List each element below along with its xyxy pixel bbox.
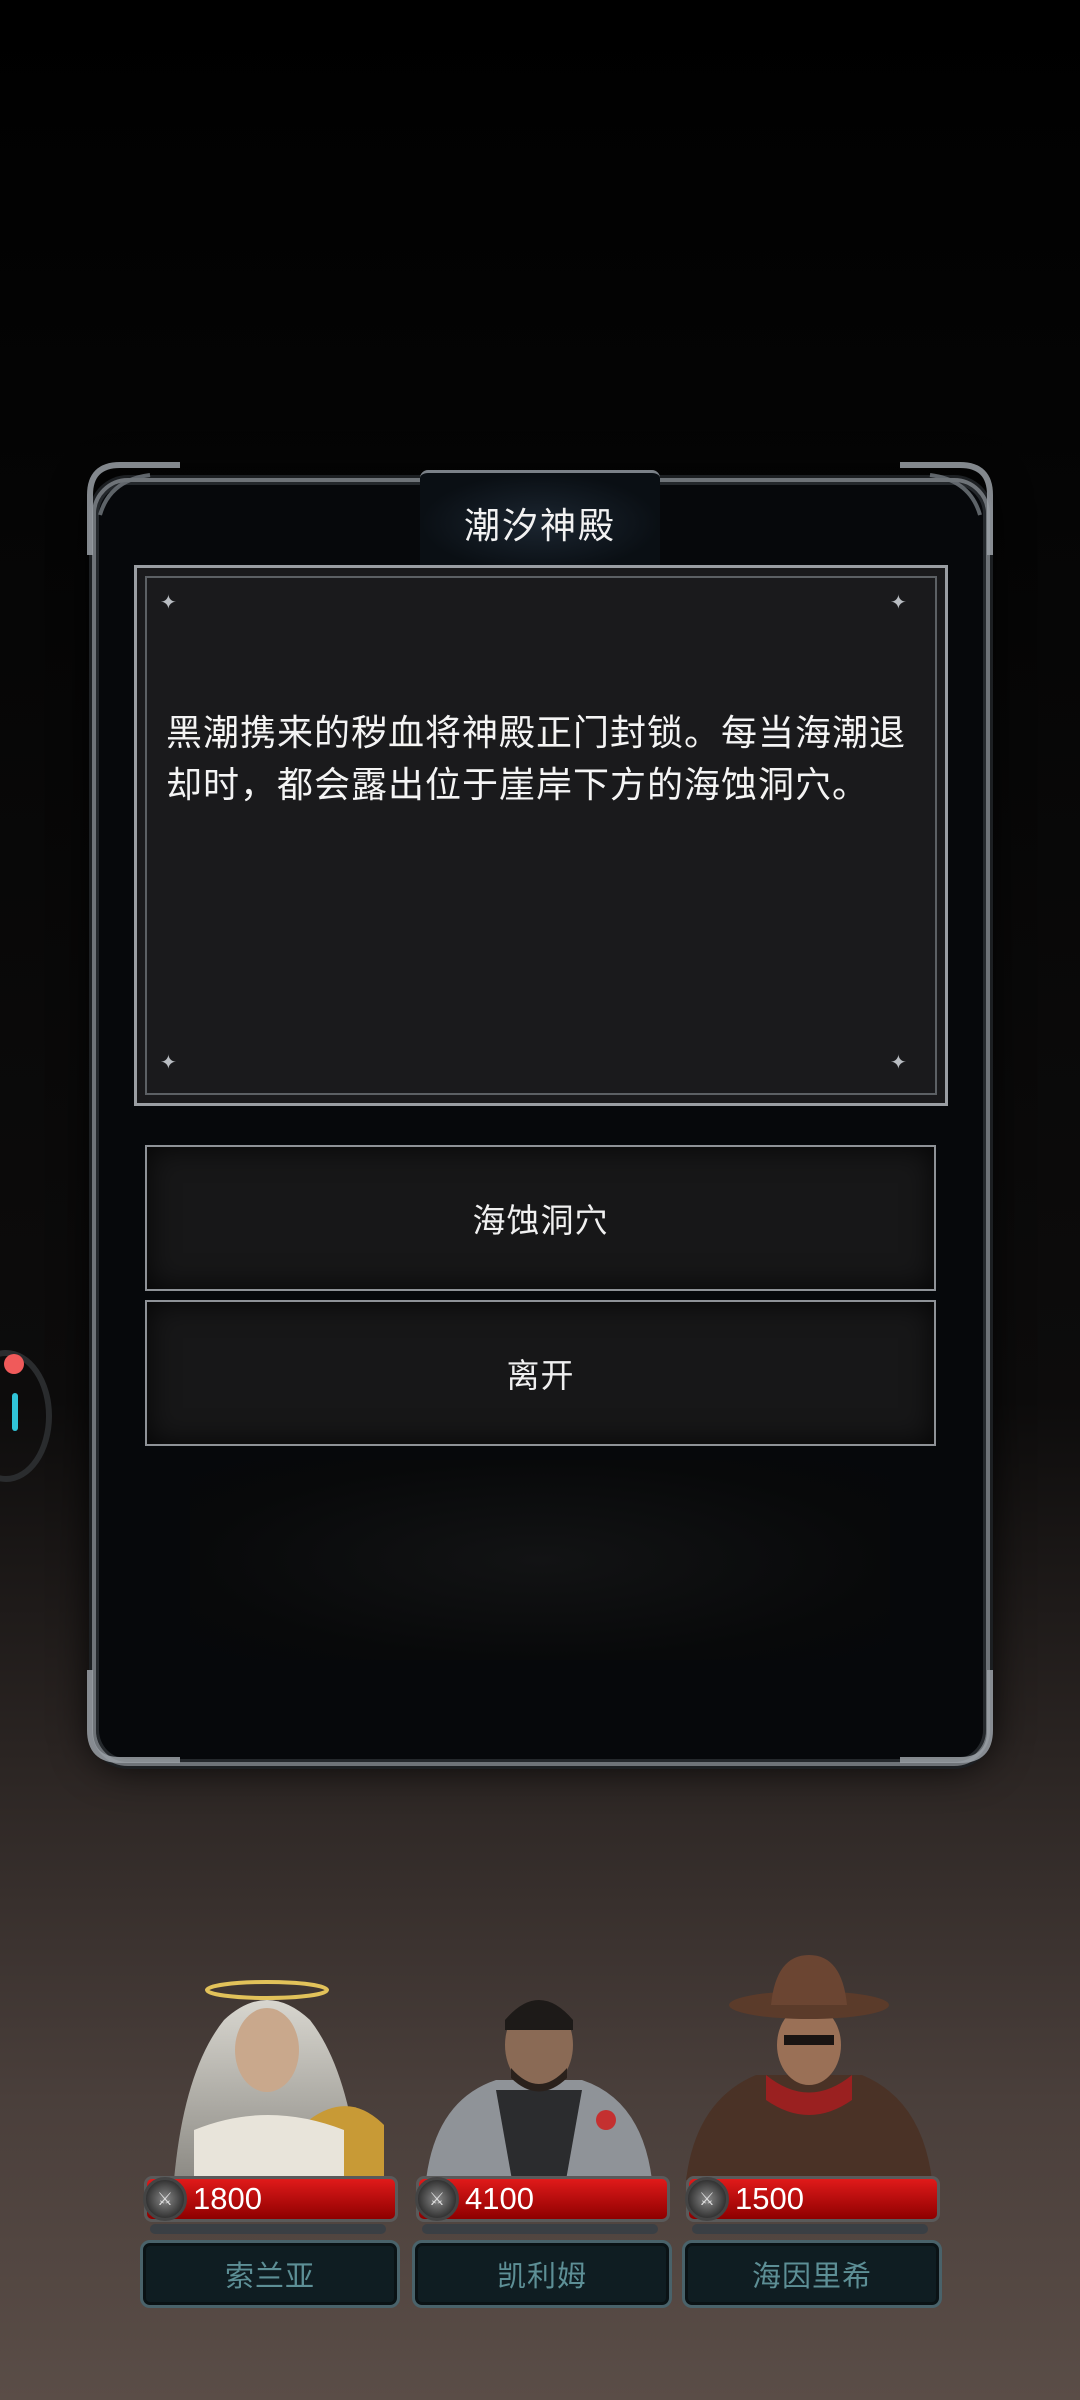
hp-value: 1800 — [193, 2181, 262, 2216]
choice-button-sea-cave[interactable]: 海蚀洞穴 — [145, 1145, 936, 1291]
hp-bar: ⚔ 1500 — [685, 2176, 940, 2222]
blade-icon: ⚔ — [415, 2177, 459, 2221]
name-plate: 海因里希 — [682, 2240, 942, 2308]
hero-name: 索兰亚 — [224, 2259, 315, 2293]
frame-corner-ornament-icon — [87, 1670, 180, 1763]
hp-value: 4100 — [465, 2181, 534, 2216]
name-plate: 索兰亚 — [140, 2240, 400, 2308]
event-description: 黑潮携来的秽血将神殿正门封锁。每当海潮退却时，都会露出位于崖岸下方的海蚀洞穴。 — [166, 713, 907, 806]
status-mark-icon — [12, 1393, 18, 1431]
choice-button-leave[interactable]: 离开 — [145, 1300, 936, 1446]
hero-name: 海因里希 — [751, 2259, 872, 2293]
sparkle-icon: ✦ — [890, 590, 907, 614]
sparkle-icon: ✦ — [160, 590, 177, 614]
event-title: 潮汐神殿 — [463, 506, 616, 547]
title-plate: 潮汐神殿 — [420, 470, 660, 576]
hp-value: 1500 — [735, 2181, 804, 2216]
energy-bar — [150, 2224, 386, 2234]
background-texture — [190, 1460, 890, 1660]
blade-icon: ⚔ — [685, 2177, 729, 2221]
hero-portrait-knight — [426, 2000, 652, 2180]
hero-name: 凯利姆 — [496, 2259, 587, 2293]
blade-icon: ⚔ — [143, 2177, 187, 2221]
hp-bar: ⚔ 1800 — [143, 2176, 398, 2222]
choice-label: 海蚀洞穴 — [472, 1201, 609, 1240]
hero-portrait-gunslinger — [686, 1955, 932, 2180]
frame-corner-ornament-icon — [900, 462, 993, 555]
frame-corner-ornament-icon — [87, 462, 180, 555]
party-member-1[interactable]: ⚔ 1800 索兰亚 — [134, 1950, 400, 2310]
energy-bar — [692, 2224, 928, 2234]
frame-corner-ornament-icon — [900, 1670, 993, 1763]
notification-dot-icon — [4, 1354, 24, 1374]
choice-label: 离开 — [506, 1356, 575, 1395]
hp-bar: ⚔ 4100 — [415, 2176, 670, 2222]
sparkle-icon: ✦ — [160, 1050, 177, 1074]
party-member-2[interactable]: ⚔ 4100 凯利姆 — [406, 1950, 672, 2310]
party-member-3[interactable]: ⚔ 1500 海因里希 — [676, 1950, 942, 2310]
description-box — [134, 565, 948, 1106]
hero-portrait-priestess — [174, 1980, 384, 2180]
energy-bar — [422, 2224, 658, 2234]
sparkle-icon: ✦ — [890, 1050, 907, 1074]
name-plate: 凯利姆 — [412, 2240, 672, 2308]
